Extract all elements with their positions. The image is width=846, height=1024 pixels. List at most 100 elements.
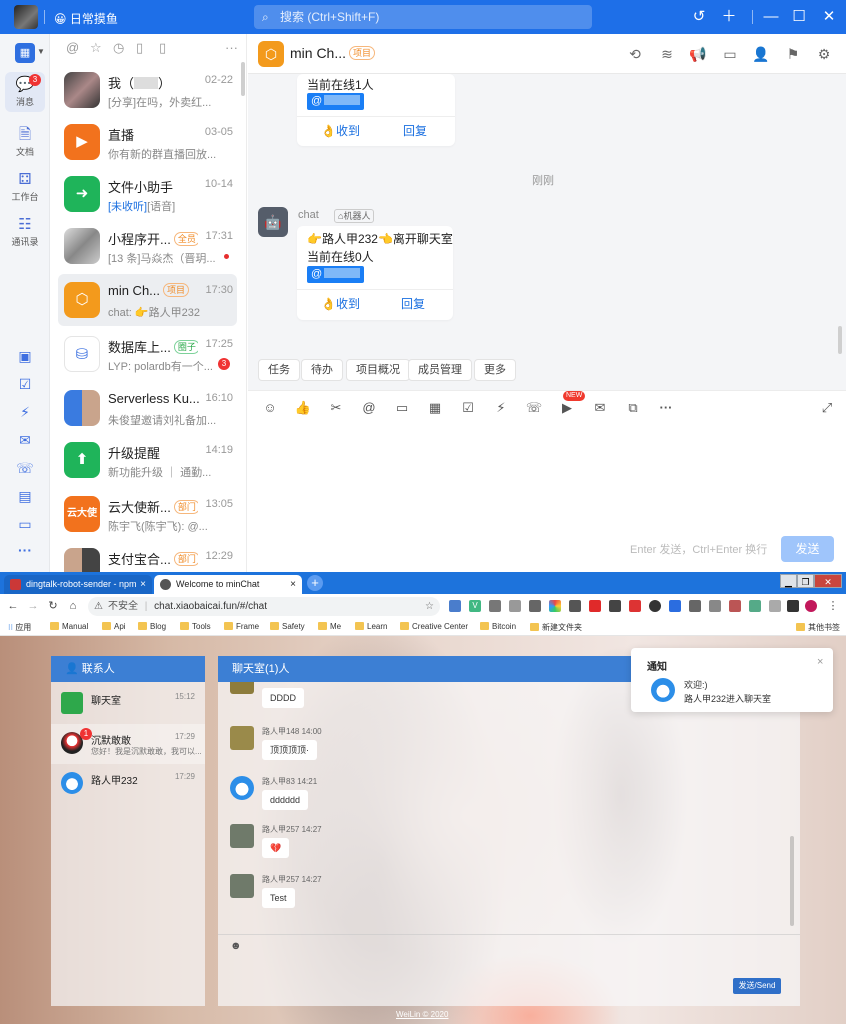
extension-icon[interactable]: [489, 600, 501, 612]
lightning-icon[interactable]: ⚡: [492, 399, 510, 417]
conversation-item-selected[interactable]: ⬡ min Ch... 项目 17:30 chat: 👉路人甲232: [58, 274, 237, 326]
extension-icon[interactable]: [689, 600, 701, 612]
bookmark-folder[interactable]: Blog: [138, 622, 166, 631]
send-button[interactable]: 发送: [781, 536, 834, 562]
qr-code-icon[interactable]: [609, 600, 621, 612]
clock-filter-icon[interactable]: ◷: [113, 40, 124, 56]
replay-icon[interactable]: ⟲: [626, 45, 644, 63]
footer-link[interactable]: WeiLin © 2020: [396, 1010, 448, 1019]
bookmark-other[interactable]: 其他书签: [796, 622, 840, 633]
calendar-icon[interactable]: ▣: [15, 346, 35, 366]
tab-minchat[interactable]: Welcome to minChat ×: [154, 575, 302, 594]
bookmark-folder[interactable]: 新建文件夹: [530, 622, 582, 633]
close-icon[interactable]: ✕: [814, 574, 842, 588]
restore-icon[interactable]: ❐: [797, 574, 814, 588]
bookmark-folder[interactable]: Me: [318, 622, 341, 631]
bookmark-folder[interactable]: Safety: [270, 622, 305, 631]
todo-check-icon[interactable]: ☑: [15, 374, 35, 394]
emoji-icon[interactable]: ☻: [230, 940, 242, 952]
send-button[interactable]: 发送/Send: [733, 978, 781, 994]
scrollbar[interactable]: [790, 836, 794, 926]
extension-icon[interactable]: [669, 600, 681, 612]
home-icon[interactable]: ⌂: [66, 599, 80, 613]
emoji-icon[interactable]: ☺: [261, 399, 279, 417]
rail-workbench[interactable]: ⚃ 工作台: [5, 167, 45, 207]
thumbs-up-icon[interactable]: 👍: [294, 399, 312, 417]
conversation-item[interactable]: ⬆ 升级提醒 14:19 新功能升级 ｜ 通勤...: [58, 434, 237, 486]
bookmark-folder[interactable]: Api: [102, 622, 126, 631]
status-label[interactable]: 😀 日常摸鱼: [54, 10, 118, 27]
calendar-icon[interactable]: ▦: [426, 399, 444, 417]
more-tools-icon[interactable]: ···: [657, 399, 675, 417]
conversation-item[interactable]: ➜ 文件小助手 10-14 [未收听][语音]: [58, 168, 237, 220]
notebook-icon[interactable]: ▤: [15, 486, 35, 506]
adblock-icon[interactable]: [589, 600, 601, 612]
ack-button[interactable]: 👌收到: [321, 289, 360, 319]
conversation-item[interactable]: 我（） 02-22 [分享]在吗，外卖红...: [58, 64, 237, 116]
more-icon[interactable]: ···: [15, 540, 35, 560]
mention-tag[interactable]: @: [307, 266, 365, 283]
extension-icon[interactable]: [509, 600, 521, 612]
conversation-item[interactable]: ⛁ 数据库上... 圈子 17:25 LYP: polardb有一个... 3: [58, 328, 237, 380]
maximize-icon[interactable]: ☐: [790, 8, 808, 26]
phone-icon[interactable]: ☏: [525, 399, 543, 417]
extension-icon[interactable]: [649, 600, 661, 612]
extension-icon[interactable]: [529, 600, 541, 612]
bookmark-folder[interactable]: Manual: [50, 622, 88, 631]
contact-item[interactable]: 路人甲232 17:29: [51, 764, 205, 804]
scrollbar[interactable]: [838, 326, 842, 354]
extension-icon[interactable]: [709, 600, 721, 612]
video-icon[interactable]: ▶: [558, 399, 576, 417]
doc-filter-icon[interactable]: ▯: [136, 40, 143, 56]
phone-icon[interactable]: ☏: [15, 458, 35, 478]
mention-filter-icon[interactable]: @: [66, 40, 79, 55]
profile-avatar[interactable]: [805, 600, 817, 612]
conversation-item[interactable]: Serverless Ku... 16:10 朱俊望邀请刘礼备加...: [58, 382, 237, 434]
layers-icon[interactable]: ≋: [658, 45, 676, 63]
star-filter-icon[interactable]: ☆: [90, 40, 102, 56]
ack-button[interactable]: 👌收到: [321, 116, 360, 146]
settings-gear-icon[interactable]: ⚙: [815, 45, 833, 63]
rail-messages[interactable]: 💬 消息 3: [5, 72, 45, 112]
bookmark-folder[interactable]: Creative Center: [400, 622, 468, 631]
megaphone-icon[interactable]: 📢: [689, 45, 707, 63]
reply-button[interactable]: 回复: [403, 116, 427, 146]
extension-icon[interactable]: [769, 600, 781, 612]
add-member-icon[interactable]: 👤: [752, 45, 770, 63]
bookmark-folder[interactable]: Frame: [224, 622, 259, 631]
file-filter-icon[interactable]: ▯: [159, 40, 166, 56]
add-icon[interactable]: ＋: [720, 8, 738, 26]
conversation-item[interactable]: 云大使 云大使新... 部门 13:05 陈宇飞(陈宇飞): @...: [58, 488, 237, 540]
at-mention-icon[interactable]: @: [360, 399, 378, 417]
minimize-icon[interactable]: ▁: [780, 574, 797, 588]
quick-action-overview[interactable]: 项目概况: [346, 359, 410, 381]
reply-button[interactable]: 回复: [401, 289, 425, 319]
contact-item[interactable]: 聊天室 15:12: [51, 684, 205, 724]
screenshot-icon[interactable]: ⧉: [624, 399, 642, 417]
chevron-down-icon[interactable]: ▼: [37, 47, 45, 56]
lightning-icon[interactable]: ⚡: [15, 402, 35, 422]
color-picker-icon[interactable]: [549, 600, 561, 612]
url-bar[interactable]: ⚠ 不安全 | chat.xiaobaicai.fun/#/chat ☆: [88, 597, 440, 616]
rail-contacts[interactable]: ☷ 通讯录: [5, 212, 45, 252]
scissors-icon[interactable]: ✂: [327, 399, 345, 417]
tab-npm[interactable]: dingtalk-robot-sender - npm ×: [4, 575, 152, 594]
quick-action-task[interactable]: 任务: [258, 359, 300, 381]
mention-tag[interactable]: @: [307, 93, 365, 110]
extension-icon[interactable]: [749, 600, 761, 612]
chat-title[interactable]: min Ch... 项目: [290, 45, 376, 61]
scrollbar[interactable]: [241, 62, 245, 96]
vue-devtools-icon[interactable]: V: [469, 600, 481, 612]
forward-icon[interactable]: →: [26, 599, 40, 613]
bookmark-folder[interactable]: Tools: [180, 622, 211, 631]
mail-icon[interactable]: ✉: [591, 399, 609, 417]
tab-close-icon[interactable]: ×: [140, 575, 146, 594]
conversation-item[interactable]: 小程序开... 全员 17:31 [13 条]马焱杰（晋玥...: [58, 220, 237, 272]
new-tab-button[interactable]: +: [307, 575, 323, 591]
folder-icon[interactable]: ▭: [15, 514, 35, 534]
expand-icon[interactable]: ⤢: [818, 399, 836, 417]
apps-grid-icon[interactable]: ▦: [15, 43, 35, 63]
conversation-item[interactable]: ▶ 直播 03-05 你有新的群直播回放...: [58, 116, 237, 168]
menu-dots-icon[interactable]: ⋮: [826, 599, 840, 613]
more-options-icon[interactable]: ···: [225, 40, 238, 55]
